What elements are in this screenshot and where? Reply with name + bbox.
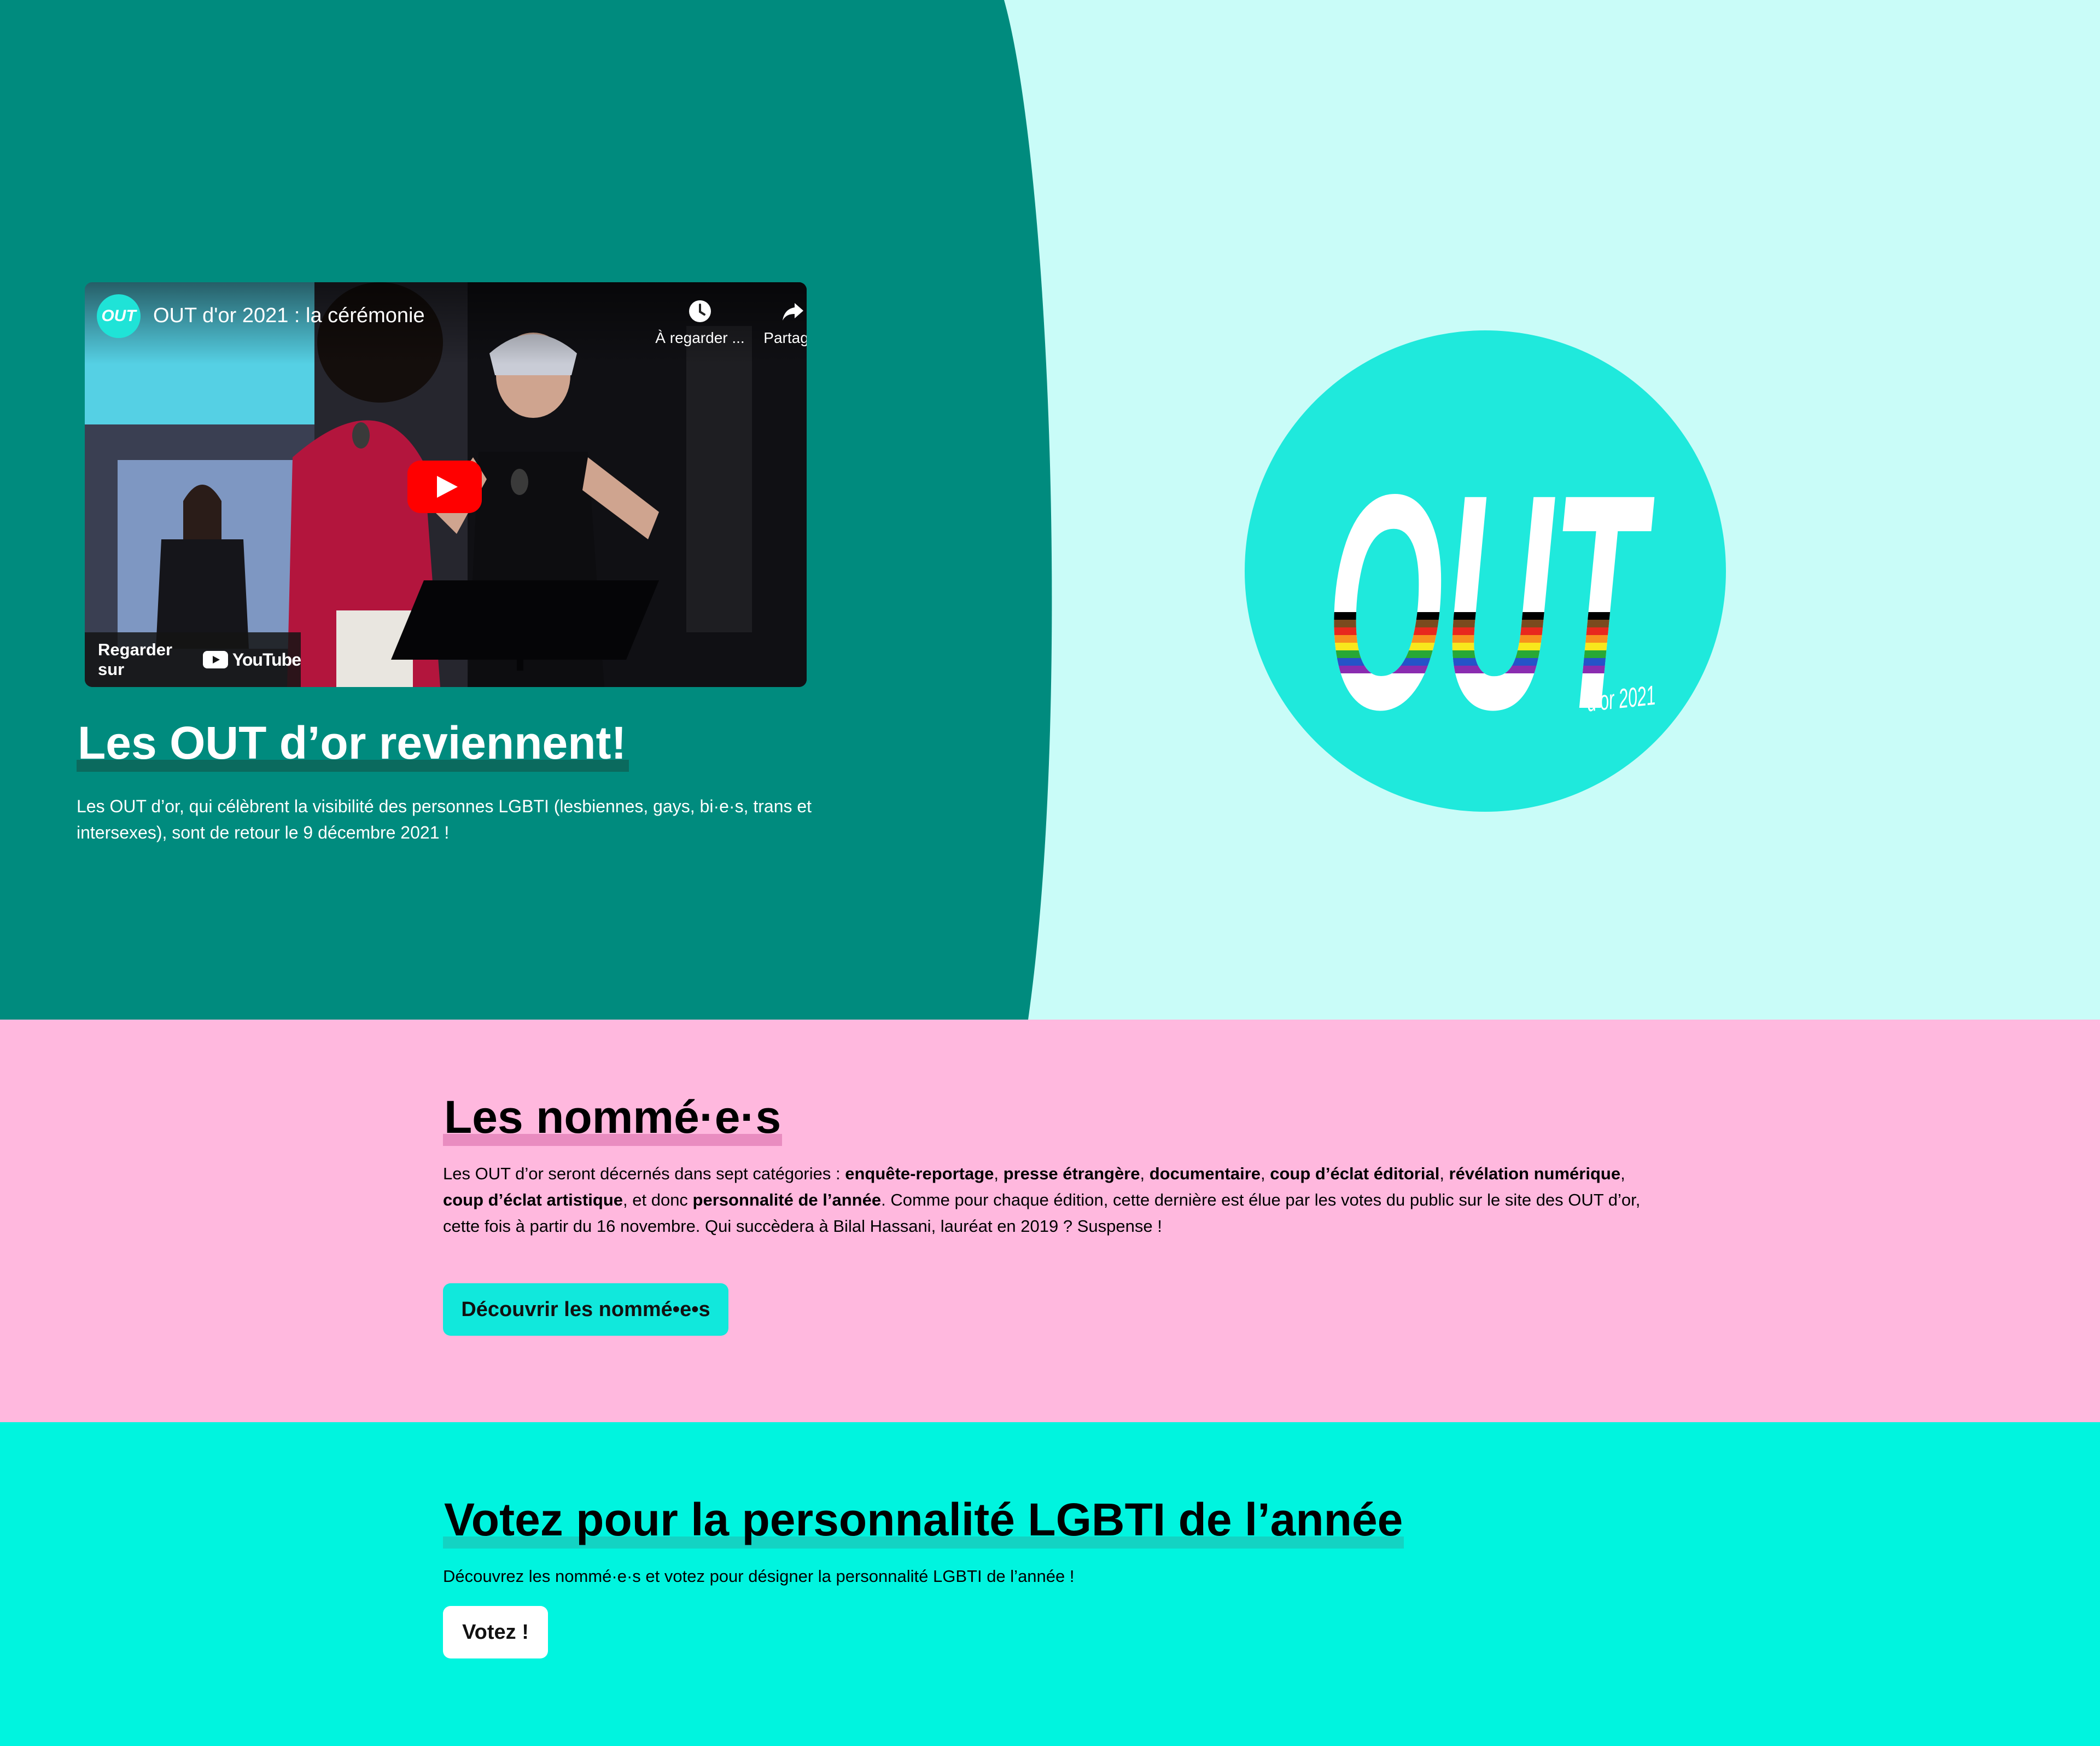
channel-avatar[interactable]: OUT — [97, 294, 141, 338]
hero-title: Les OUT d’or reviennent! — [77, 717, 629, 772]
separator: , — [1439, 1164, 1449, 1183]
video-title[interactable]: OUT d'or 2021 : la cérémonie — [153, 304, 425, 328]
category-coup-eclat-artistique: coup d’éclat artistique — [443, 1190, 623, 1209]
hero-section: OUT OUT d'or 2021 : la cérémonie À regar… — [0, 0, 2100, 1020]
clock-icon — [689, 300, 711, 322]
hero-description: Les OUT d’or, qui célèbrent la visibilit… — [77, 796, 812, 842]
separator: , et donc — [623, 1190, 693, 1209]
nominees-text-intro: Les OUT d’or seront décernés dans sept c… — [443, 1164, 845, 1183]
category-coup-eclat-editorial: coup d’éclat éditorial — [1270, 1164, 1440, 1183]
separator: , — [994, 1164, 1004, 1183]
vote-section: Votez pour la personnalité LGBTI de l’an… — [0, 1422, 2100, 1746]
separator: , — [1261, 1164, 1270, 1183]
out-dor-logo: OUT OUT d’or 2021 — [1245, 330, 1726, 812]
vote-description: Découvrez les nommé·e·s et votez pour dé… — [443, 1567, 1075, 1586]
vote-button[interactable]: Votez ! — [443, 1606, 548, 1658]
separator: , — [1620, 1164, 1625, 1183]
category-personnalite: personnalité de l’année — [692, 1190, 882, 1209]
share-arrow-icon — [783, 303, 803, 321]
watch-later-button[interactable]: À regarder ... — [654, 299, 746, 347]
category-presse-etrangere: presse étrangère — [1003, 1164, 1140, 1183]
share-button[interactable]: Partager — [746, 299, 807, 347]
youtube-play-icon — [202, 651, 228, 668]
category-documentaire: documentaire — [1149, 1164, 1261, 1183]
youtube-wordmark: YouTube — [232, 649, 301, 670]
nominees-description: Les OUT d’or seront décernés dans sept c… — [443, 1161, 1662, 1239]
vote-title: Votez pour la personnalité LGBTI de l’an… — [443, 1493, 1404, 1549]
nominees-title: Les nommé·e·s — [443, 1091, 783, 1146]
category-revelation-numerique: révélation numérique — [1449, 1164, 1621, 1183]
logo-main-text: OUT — [1327, 430, 1655, 773]
share-label: Partager — [763, 329, 807, 346]
category-enquete: enquête-reportage — [845, 1164, 994, 1183]
watch-later-label: À regarder ... — [655, 329, 745, 346]
separator: , — [1140, 1164, 1150, 1183]
nominees-section: Les nommé·e·s Les OUT d’or seront décern… — [0, 1020, 2100, 1422]
watch-on-youtube-button[interactable]: Regarder sur YouTube — [85, 632, 301, 687]
youtube-logo: YouTube — [202, 649, 301, 670]
watch-on-label: Regarder sur — [98, 640, 173, 679]
discover-nominees-button[interactable]: Découvrir les nommé•e•s — [443, 1283, 728, 1336]
video-player[interactable]: OUT OUT d'or 2021 : la cérémonie À regar… — [85, 282, 807, 687]
play-icon[interactable] — [407, 461, 482, 513]
